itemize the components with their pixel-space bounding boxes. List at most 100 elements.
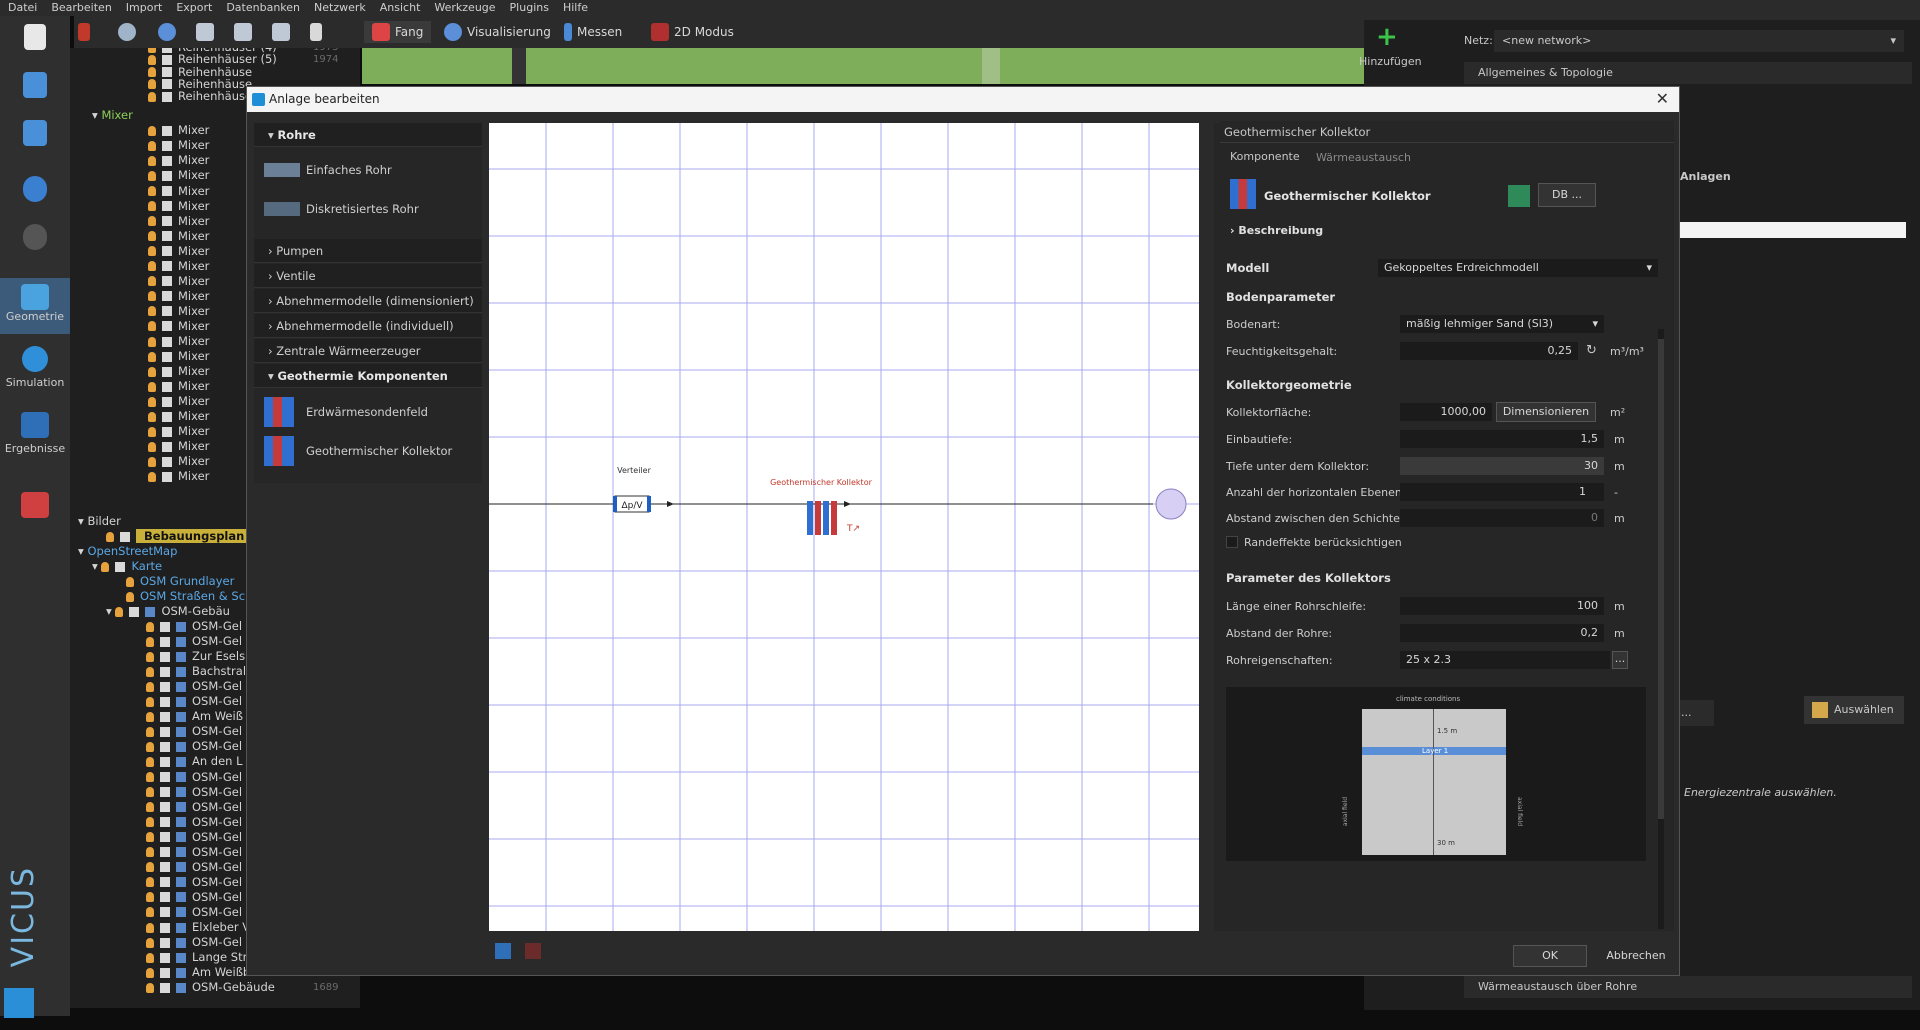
visibility-bulb-icon[interactable] (148, 231, 156, 242)
checkbox-icon[interactable] (160, 711, 170, 722)
checkbox-icon[interactable] (160, 907, 170, 918)
visibility-bulb-icon[interactable] (146, 817, 154, 828)
tree-item-mixer[interactable]: Mixer (148, 289, 209, 304)
menu-plugins[interactable]: Plugins (510, 0, 549, 16)
palette-category-geothermie[interactable]: ▾ Geothermie Komponenten (254, 364, 482, 388)
checkbox-icon[interactable] (160, 696, 170, 707)
palette-item-diskretisiertes-rohr[interactable]: Diskretisiertes Rohr (254, 190, 482, 228)
menu-datei[interactable]: Datei (8, 0, 37, 16)
checkbox-icon[interactable] (160, 877, 170, 888)
palette-item-erdwaermesondenfeld[interactable]: Erdwärmesondenfeld (254, 393, 482, 431)
visibility-bulb-icon[interactable] (146, 862, 154, 873)
tree-item-building[interactable]: OSM-Gel (146, 634, 242, 649)
visibility-bulb-icon[interactable] (148, 366, 156, 377)
visibility-bulb-icon[interactable] (148, 216, 156, 227)
tree-group-bilder[interactable]: ▾ Bilder (78, 514, 121, 529)
tree-item-mixer[interactable]: Mixer (148, 334, 209, 349)
palette-category-ventile[interactable]: › Ventile (254, 264, 482, 288)
visibility-bulb-icon[interactable] (148, 321, 156, 332)
visibility-bulb-icon[interactable] (148, 91, 156, 102)
menu-netzwerk[interactable]: Netzwerk (314, 0, 366, 16)
tree-item-building[interactable]: OSM-Gel (146, 694, 242, 709)
tree-list-icon[interactable] (272, 21, 290, 43)
rohreigenschaften-button[interactable]: ... (1612, 651, 1628, 669)
visibility-bulb-icon[interactable] (148, 381, 156, 392)
tree-item-mixer[interactable]: Mixer (148, 304, 209, 319)
checkbox-icon[interactable] (162, 91, 172, 102)
tree-item-building[interactable]: OSM-Gel (146, 815, 242, 830)
checkbox-icon[interactable] (160, 787, 170, 798)
menu-bearbeiten[interactable]: Bearbeiten (51, 0, 111, 16)
visibility-bulb-icon[interactable] (148, 155, 156, 166)
tree-item-building[interactable]: OSM-Gebäude (146, 980, 275, 995)
visibility-bulb-icon[interactable] (146, 832, 154, 843)
tree-item-building[interactable]: Zur Esels (146, 649, 245, 664)
abstand-rohre-field[interactable]: 0,2 (1400, 624, 1604, 642)
checkbox-icon[interactable] (160, 862, 170, 873)
tree-item-building[interactable]: OSM-Gel (146, 619, 242, 634)
tree-item-mixer[interactable]: Mixer (148, 424, 209, 439)
checkbox-icon[interactable] (160, 666, 170, 677)
visibility-bulb-icon[interactable] (146, 877, 154, 888)
tree-item-building[interactable]: OSM-Gel (146, 935, 242, 950)
open-file-icon[interactable] (0, 72, 70, 98)
checkbox-icon[interactable] (120, 531, 130, 542)
checkbox-icon[interactable] (160, 756, 170, 767)
tree-item-building[interactable]: OSM-Gel (146, 845, 242, 860)
menu-export[interactable]: Export (176, 0, 212, 16)
visibility-bulb-icon[interactable] (115, 606, 124, 617)
tree-item-mixer[interactable]: Mixer (148, 184, 209, 199)
tab-komponente[interactable]: Komponente (1230, 150, 1300, 163)
tree-item-mixer[interactable]: Mixer (148, 168, 209, 183)
palette-item-geothermischer-kollektor[interactable]: Geothermischer Kollektor (254, 432, 482, 470)
checkbox-icon[interactable] (160, 817, 170, 828)
palette-category-abn-ind[interactable]: › Abnehmermodelle (individuell) (254, 314, 482, 338)
visibility-bulb-icon[interactable] (148, 54, 156, 65)
tree-item-building[interactable]: An den L (146, 754, 243, 769)
tiefe-field[interactable]: 30 (1400, 457, 1604, 475)
visibility-bulb-icon[interactable] (148, 140, 156, 151)
netz-select[interactable]: <new network> ▾ (1494, 30, 1904, 52)
visibility-bulb-icon[interactable] (146, 772, 154, 782)
menu-hilfe[interactable]: Hilfe (563, 0, 588, 16)
feuchtigkeit-field[interactable]: 0,25 (1400, 342, 1578, 360)
checkbox-icon[interactable] (160, 726, 170, 737)
checkbox-icon[interactable] (115, 561, 126, 572)
tree-item-building[interactable]: OSM-Gel (146, 830, 242, 845)
checkbox-icon[interactable] (162, 411, 172, 422)
tree-item-mixer[interactable]: Mixer (148, 379, 209, 394)
redo-icon[interactable] (0, 224, 70, 250)
laenge-field[interactable]: 100 (1400, 597, 1604, 615)
kollektor-component[interactable] (807, 501, 837, 535)
network-connector[interactable] (1155, 488, 1187, 520)
checkbox-icon[interactable] (162, 291, 172, 302)
palette-item-einfaches-rohr[interactable]: Einfaches Rohr (254, 151, 482, 189)
checkbox-icon[interactable] (162, 441, 172, 452)
visibility-bulb-icon[interactable] (148, 170, 156, 181)
abbrechen-button[interactable]: Abbrechen (1599, 945, 1673, 967)
checkbox-icon[interactable] (162, 186, 172, 196)
tree-item-building[interactable]: Am Weiß (146, 709, 243, 724)
visibility-bulb-icon[interactable] (146, 696, 154, 707)
h-button[interactable]: h... (1674, 700, 1714, 726)
checkbox-icon[interactable] (162, 79, 172, 90)
palette-category-abn-dim[interactable]: › Abnehmermodelle (dimensioniert) (254, 289, 482, 313)
checkbox-icon[interactable] (160, 832, 170, 843)
palette-category-zentrale[interactable]: › Zentrale Wärmeerzeuger (254, 339, 482, 363)
checkbox-icon[interactable] (162, 246, 172, 257)
visibility-bulb-icon[interactable] (148, 79, 156, 90)
tree-item-mixer[interactable]: Mixer (148, 259, 209, 274)
tree-group-osm[interactable]: ▾ OpenStreetMap (78, 544, 177, 559)
visibility-bulb-icon[interactable] (146, 666, 154, 677)
tree-item-mixer[interactable]: Mixer (148, 214, 209, 229)
modell-select[interactable]: Gekoppeltes Erdreichmodell ▾ (1378, 259, 1658, 277)
tree-group-karte[interactable]: ▾ Karte (92, 559, 162, 574)
checkbox-icon[interactable] (162, 170, 172, 181)
checkbox-icon[interactable] (160, 636, 170, 647)
tree-item-mixer[interactable]: Mixer (148, 439, 209, 454)
add-db-icon[interactable] (1508, 185, 1530, 207)
checkbox-icon[interactable] (162, 456, 172, 467)
checkbox-icon[interactable] (160, 982, 170, 993)
checkbox-icon[interactable] (162, 155, 172, 166)
tree-item-mixer[interactable]: Mixer (148, 229, 209, 244)
